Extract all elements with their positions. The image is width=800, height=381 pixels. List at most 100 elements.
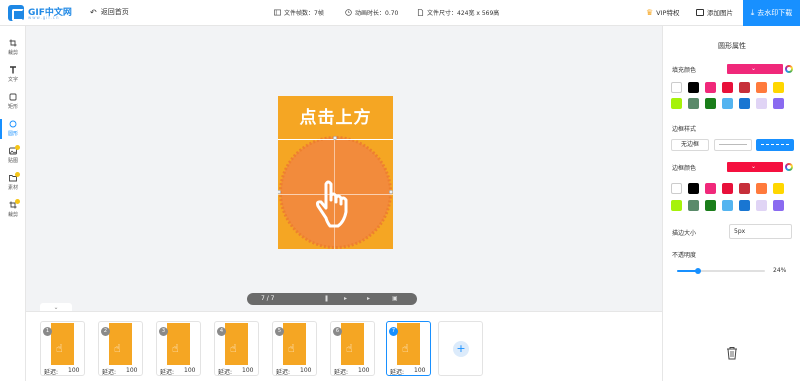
delay-value[interactable]: 100: [184, 367, 195, 374]
selection-line: [278, 194, 393, 195]
border-color-picker[interactable]: ⌄: [727, 162, 783, 172]
frame-preview: ☝: [397, 323, 420, 365]
circle-shape[interactable]: [278, 96, 393, 249]
swatch-light-blue[interactable]: [722, 200, 733, 211]
download-button[interactable]: ⤓ 去水印下载: [743, 0, 800, 26]
frame-thumbnail[interactable]: ☝ 1 延迟: 100: [40, 321, 85, 376]
screen-icon[interactable]: ▣: [392, 295, 398, 302]
swatch-white[interactable]: [671, 183, 682, 194]
delay-value[interactable]: 100: [358, 367, 369, 374]
swatch-black[interactable]: [688, 82, 699, 93]
color-wheel-icon[interactable]: [785, 163, 793, 171]
tool-text[interactable]: 文字: [0, 63, 26, 87]
hand-pointer-icon: ☝: [114, 342, 121, 355]
swatch-lime[interactable]: [671, 200, 682, 211]
frame-thumbnail[interactable]: ☝ 6 延迟: 100: [330, 321, 375, 376]
swatch-red[interactable]: [722, 183, 733, 194]
swatch-red[interactable]: [722, 82, 733, 93]
tool-rectangle[interactable]: 矩形: [0, 90, 26, 114]
frame-thumbnail[interactable]: ☝ 3 延迟: 100: [156, 321, 201, 376]
swatch-purple[interactable]: [773, 98, 784, 109]
add-image-label: 添加图片: [707, 9, 733, 17]
tool-label: 贴图: [7, 158, 18, 164]
swatch-sage[interactable]: [688, 98, 699, 109]
tool-material[interactable]: 素材: [0, 171, 26, 195]
vip-label: VIP特权: [656, 9, 680, 17]
logo[interactable]: GIF中文网: [8, 3, 72, 23]
tool-crop-canvas[interactable]: 裁剪: [0, 198, 26, 222]
delay-value[interactable]: 100: [414, 367, 425, 374]
swatch-black[interactable]: [688, 183, 699, 194]
vip-link[interactable]: ♛ VIP特权: [646, 7, 680, 18]
logo-subtext: www.gif.cn: [28, 15, 60, 20]
back-home-link[interactable]: ↶ 返回首页: [90, 7, 129, 17]
tool-crop[interactable]: 裁剪: [0, 36, 26, 60]
swatch-light-blue[interactable]: [722, 98, 733, 109]
swatch-lavender[interactable]: [756, 98, 767, 109]
dashed-border-button[interactable]: [756, 139, 794, 151]
hand-pointer-icon: ☝: [172, 342, 179, 355]
opacity-slider-handle[interactable]: [695, 268, 702, 274]
swatch-lavender[interactable]: [756, 200, 767, 211]
selection-line: [334, 139, 335, 249]
swatch-pink[interactable]: [705, 183, 716, 194]
stroke-size-input[interactable]: 5px: [729, 224, 792, 239]
chevron-down-icon: ⌄: [751, 163, 757, 170]
no-border-button[interactable]: 无边框: [671, 139, 709, 151]
trash-icon[interactable]: [725, 346, 739, 360]
color-wheel-icon[interactable]: [785, 65, 793, 73]
delay-value[interactable]: 100: [242, 367, 253, 374]
swatch-orange[interactable]: [756, 183, 767, 194]
swatch-dark-red[interactable]: [739, 82, 750, 93]
artboard[interactable]: 点击上方: [278, 96, 393, 249]
fill-color-label: 填充颜色: [672, 67, 697, 74]
swatch-dark-red[interactable]: [739, 183, 750, 194]
crown-icon: ♛: [646, 7, 654, 17]
frame-number: 6: [333, 327, 342, 336]
frame-thumbnail-selected[interactable]: ☝ 7 延迟: 100: [386, 321, 431, 376]
fill-color-picker[interactable]: ⌄: [727, 64, 783, 74]
swatch-yellow[interactable]: [773, 82, 784, 93]
border-color-label: 边框颜色: [672, 165, 697, 172]
swatch-pink[interactable]: [705, 82, 716, 93]
add-image-button[interactable]: 添加图片: [696, 7, 733, 17]
frame-preview: ☝: [341, 323, 364, 365]
swatch-lime[interactable]: [671, 98, 682, 109]
opacity-slider[interactable]: [677, 268, 765, 274]
swatch-purple[interactable]: [773, 200, 784, 211]
swatch-green[interactable]: [705, 98, 716, 109]
swatch-sage[interactable]: [688, 200, 699, 211]
swatch-orange[interactable]: [756, 82, 767, 93]
swatch-yellow[interactable]: [773, 183, 784, 194]
resize-handle[interactable]: [389, 190, 393, 194]
tool-circle[interactable]: 圆形: [0, 117, 26, 141]
delay-value[interactable]: 100: [300, 367, 311, 374]
circle-icon: [9, 120, 17, 128]
back-arrow-icon: ↶: [90, 7, 97, 17]
tool-sticker[interactable]: 贴图: [0, 144, 26, 168]
frame-thumbnail[interactable]: ☝ 5 延迟: 100: [272, 321, 317, 376]
resize-handle[interactable]: [333, 136, 337, 140]
frame-thumbnail[interactable]: ☝ 2 延迟: 100: [98, 321, 143, 376]
opacity-value: 24%: [773, 267, 787, 274]
swatch-green[interactable]: [705, 200, 716, 211]
delay-label: 延迟:: [334, 369, 349, 376]
solid-border-button[interactable]: [714, 139, 752, 151]
tool-label: 圆形: [7, 131, 18, 137]
swatch-white[interactable]: [671, 82, 682, 93]
swatch-blue[interactable]: [739, 200, 750, 211]
properties-panel: 圆形属性 填充颜色 ⌄ 边框样式 无边框 边框颜色 ⌄ 描边大小 5px 不透明…: [662, 26, 800, 381]
swatch-blue[interactable]: [739, 98, 750, 109]
delay-label: 延迟:: [218, 369, 233, 376]
pause-icon[interactable]: ❚: [324, 295, 329, 302]
next-icon[interactable]: ▸: [344, 295, 347, 302]
frame-preview: ☝: [225, 323, 248, 365]
delay-label: 延迟:: [102, 369, 117, 376]
end-icon[interactable]: ▸: [367, 295, 370, 302]
chevron-down-icon: ⌄: [751, 65, 757, 72]
frame-thumbnail[interactable]: ☝ 4 延迟: 100: [214, 321, 259, 376]
add-frame-button[interactable]: +: [438, 321, 483, 376]
delay-value[interactable]: 100: [68, 367, 79, 374]
delay-value[interactable]: 100: [126, 367, 137, 374]
frame-number: 3: [159, 327, 168, 336]
